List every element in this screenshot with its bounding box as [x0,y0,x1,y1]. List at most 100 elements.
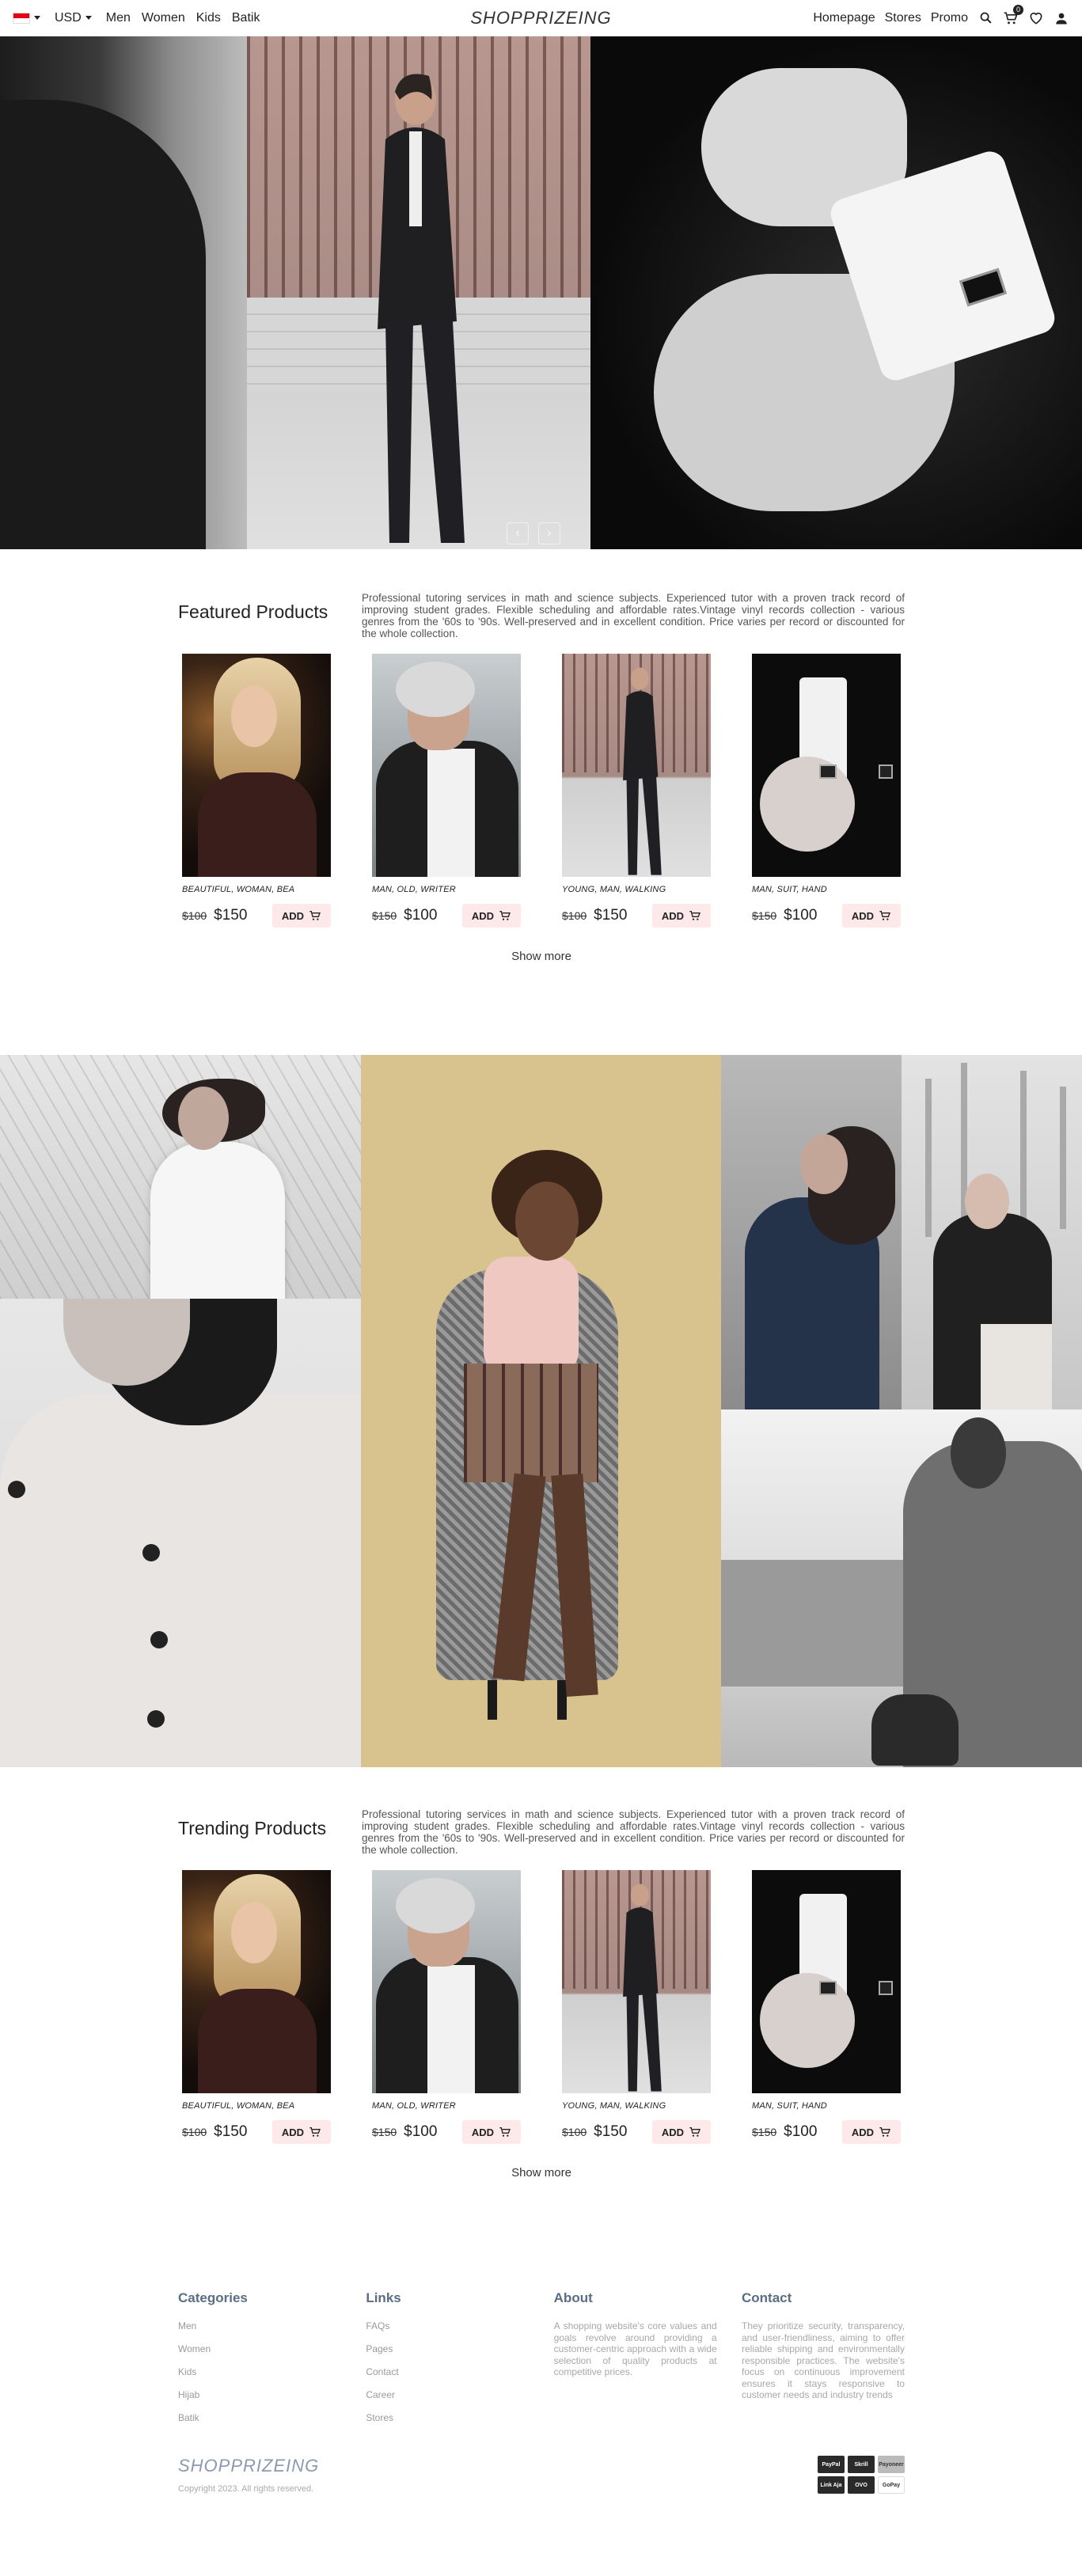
cart-icon [689,911,701,920]
product-category: YOUNG, MAN, WALKING [562,2101,666,2111]
footer-link-kids[interactable]: Kids [178,2366,341,2377]
gallery-image-snow-woman [0,1055,361,1299]
gallery-image-navy-coat [721,1055,902,1409]
cart-icon[interactable]: 0 [1003,4,1023,26]
old-price: $150 [752,909,777,922]
nav-link-men[interactable]: Men [106,11,131,25]
paypal-logo: PayPal [818,2456,845,2473]
footer-link-contact[interactable]: Contact [366,2366,529,2377]
carousel-next-button[interactable]: › [538,522,560,544]
product-image[interactable] [182,654,331,877]
nav-right: Homepage Stores Promo 0 [813,4,1069,26]
price: $150 [594,907,628,924]
show-more-link[interactable]: Show more [178,2166,905,2180]
footer-link-women[interactable]: Women [178,2343,341,2354]
product-image[interactable] [562,1870,711,2093]
product-card[interactable]: MAN, OLD, WRITER $150 $100 ADD [372,654,521,928]
carousel-prev-button[interactable]: ‹ [507,522,529,544]
product-category: BEAUTIFUL, WOMAN, BEA [182,2101,295,2111]
price: $150 [214,2123,248,2140]
nav-link-stores[interactable]: Stores [885,11,921,25]
nav-link-kids[interactable]: Kids [196,11,221,25]
footer-contact-text: They prioritize security, transparency, … [741,2320,905,2400]
search-icon[interactable] [978,10,993,26]
add-to-cart-button[interactable]: ADD [462,2120,521,2144]
product-card[interactable]: MAN, OLD, WRITER $150 $100 ADD [372,1870,521,2144]
nav-link-women[interactable]: Women [142,11,185,25]
footer-link-stores[interactable]: Stores [366,2412,529,2423]
nav-link-homepage[interactable]: Homepage [813,11,875,25]
product-card[interactable]: BEAUTIFUL, WOMAN, BEA $100 $150 ADD [182,654,331,928]
footer-link-career[interactable]: Career [366,2389,529,2400]
top-nav: USD Men Women Kids Batik SHOPPRIZEING Ho… [0,0,1082,36]
currency-selector[interactable]: USD [55,11,92,25]
add-label: ADD [661,909,685,922]
payoneer-logo: Payoneer [878,2456,905,2473]
price: $150 [214,907,248,924]
footer-heading: Links [366,2290,401,2305]
add-to-cart-button[interactable]: ADD [272,2120,331,2144]
cart-icon [499,911,511,920]
price: $100 [404,2123,438,2140]
section-description: Professional tutoring services in math a… [362,1808,905,1856]
product-card[interactable]: MAN, SUIT, HAND $150 $100 ADD [752,1870,901,2144]
product-image[interactable] [372,654,521,877]
footer-link-faqs[interactable]: FAQs [366,2320,529,2331]
footer-heading: Contact [741,2290,792,2305]
product-card[interactable]: YOUNG, MAN, WALKING $100 $150 ADD [562,1870,711,2144]
old-price: $100 [562,2126,587,2138]
old-price: $150 [372,909,397,922]
footer-links: Links FAQs Pages Contact Career Stores [366,2290,529,2435]
product-card[interactable]: BEAUTIFUL, WOMAN, BEA $100 $150 ADD [182,1870,331,2144]
add-to-cart-button[interactable]: ADD [462,904,521,928]
add-to-cart-button[interactable]: ADD [842,2120,901,2144]
add-label: ADD [471,2126,495,2138]
product-category: YOUNG, MAN, WALKING [562,885,666,894]
product-image[interactable] [372,1870,521,2093]
product-image[interactable] [182,1870,331,2093]
page: USD Men Women Kids Batik SHOPPRIZEING Ho… [0,0,1082,2576]
footer-categories: Categories Men Women Kids Hijab Batik [178,2290,341,2435]
product-category: MAN, OLD, WRITER [372,885,456,894]
add-to-cart-button[interactable]: ADD [652,904,711,928]
product-category: MAN, SUIT, HAND [752,885,827,894]
add-label: ADD [661,2126,685,2138]
product-category: BEAUTIFUL, WOMAN, BEA [182,885,295,894]
add-label: ADD [851,2126,875,2138]
old-price: $150 [752,2126,777,2138]
footer-link-pages[interactable]: Pages [366,2343,529,2354]
show-more-link[interactable]: Show more [178,950,905,963]
nav-link-batik[interactable]: Batik [232,11,260,25]
price: $100 [784,2123,818,2140]
footer-heading: About [553,2290,593,2305]
skrill-logo: Skrill [848,2456,875,2473]
add-to-cart-button[interactable]: ADD [842,904,901,928]
footer-brand[interactable]: SHOPPRIZEING [178,2456,319,2476]
fashion-gallery [0,1055,1082,1767]
footer-link-men[interactable]: Men [178,2320,341,2331]
footer-link-hijab[interactable]: Hijab [178,2389,341,2400]
payment-methods: PayPal Skrill Payoneer Link Aja OVO GoPa… [818,2456,905,2494]
trending-section: Trending Products Professional tutoring … [178,1808,905,2180]
product-image[interactable] [752,654,901,877]
copyright-text: Copyright 2023. All rights reserved. [178,2484,314,2494]
section-title: Featured Products [178,601,328,622]
language-selector[interactable] [13,12,40,24]
product-card[interactable]: MAN, SUIT, HAND $150 $100 ADD [752,654,901,928]
heart-icon[interactable] [1028,10,1044,26]
brand-logo[interactable]: SHOPPRIZEING [470,8,611,28]
footer-link-batik[interactable]: Batik [178,2412,341,2423]
add-to-cart-button[interactable]: ADD [652,2120,711,2144]
gallery-image-trench-coat [0,1299,361,1767]
product-image[interactable] [562,654,711,877]
nav-link-promo[interactable]: Promo [931,11,968,25]
product-card[interactable]: YOUNG, MAN, WALKING $100 $150 ADD [562,654,711,928]
product-image[interactable] [752,1870,901,2093]
product-category: MAN, OLD, WRITER [372,2101,456,2111]
add-to-cart-button[interactable]: ADD [272,904,331,928]
user-icon[interactable] [1054,10,1069,26]
price: $100 [784,907,818,924]
gopay-logo: GoPay [878,2476,905,2494]
section-title: Trending Products [178,1818,327,1838]
price: $150 [594,2123,628,2140]
